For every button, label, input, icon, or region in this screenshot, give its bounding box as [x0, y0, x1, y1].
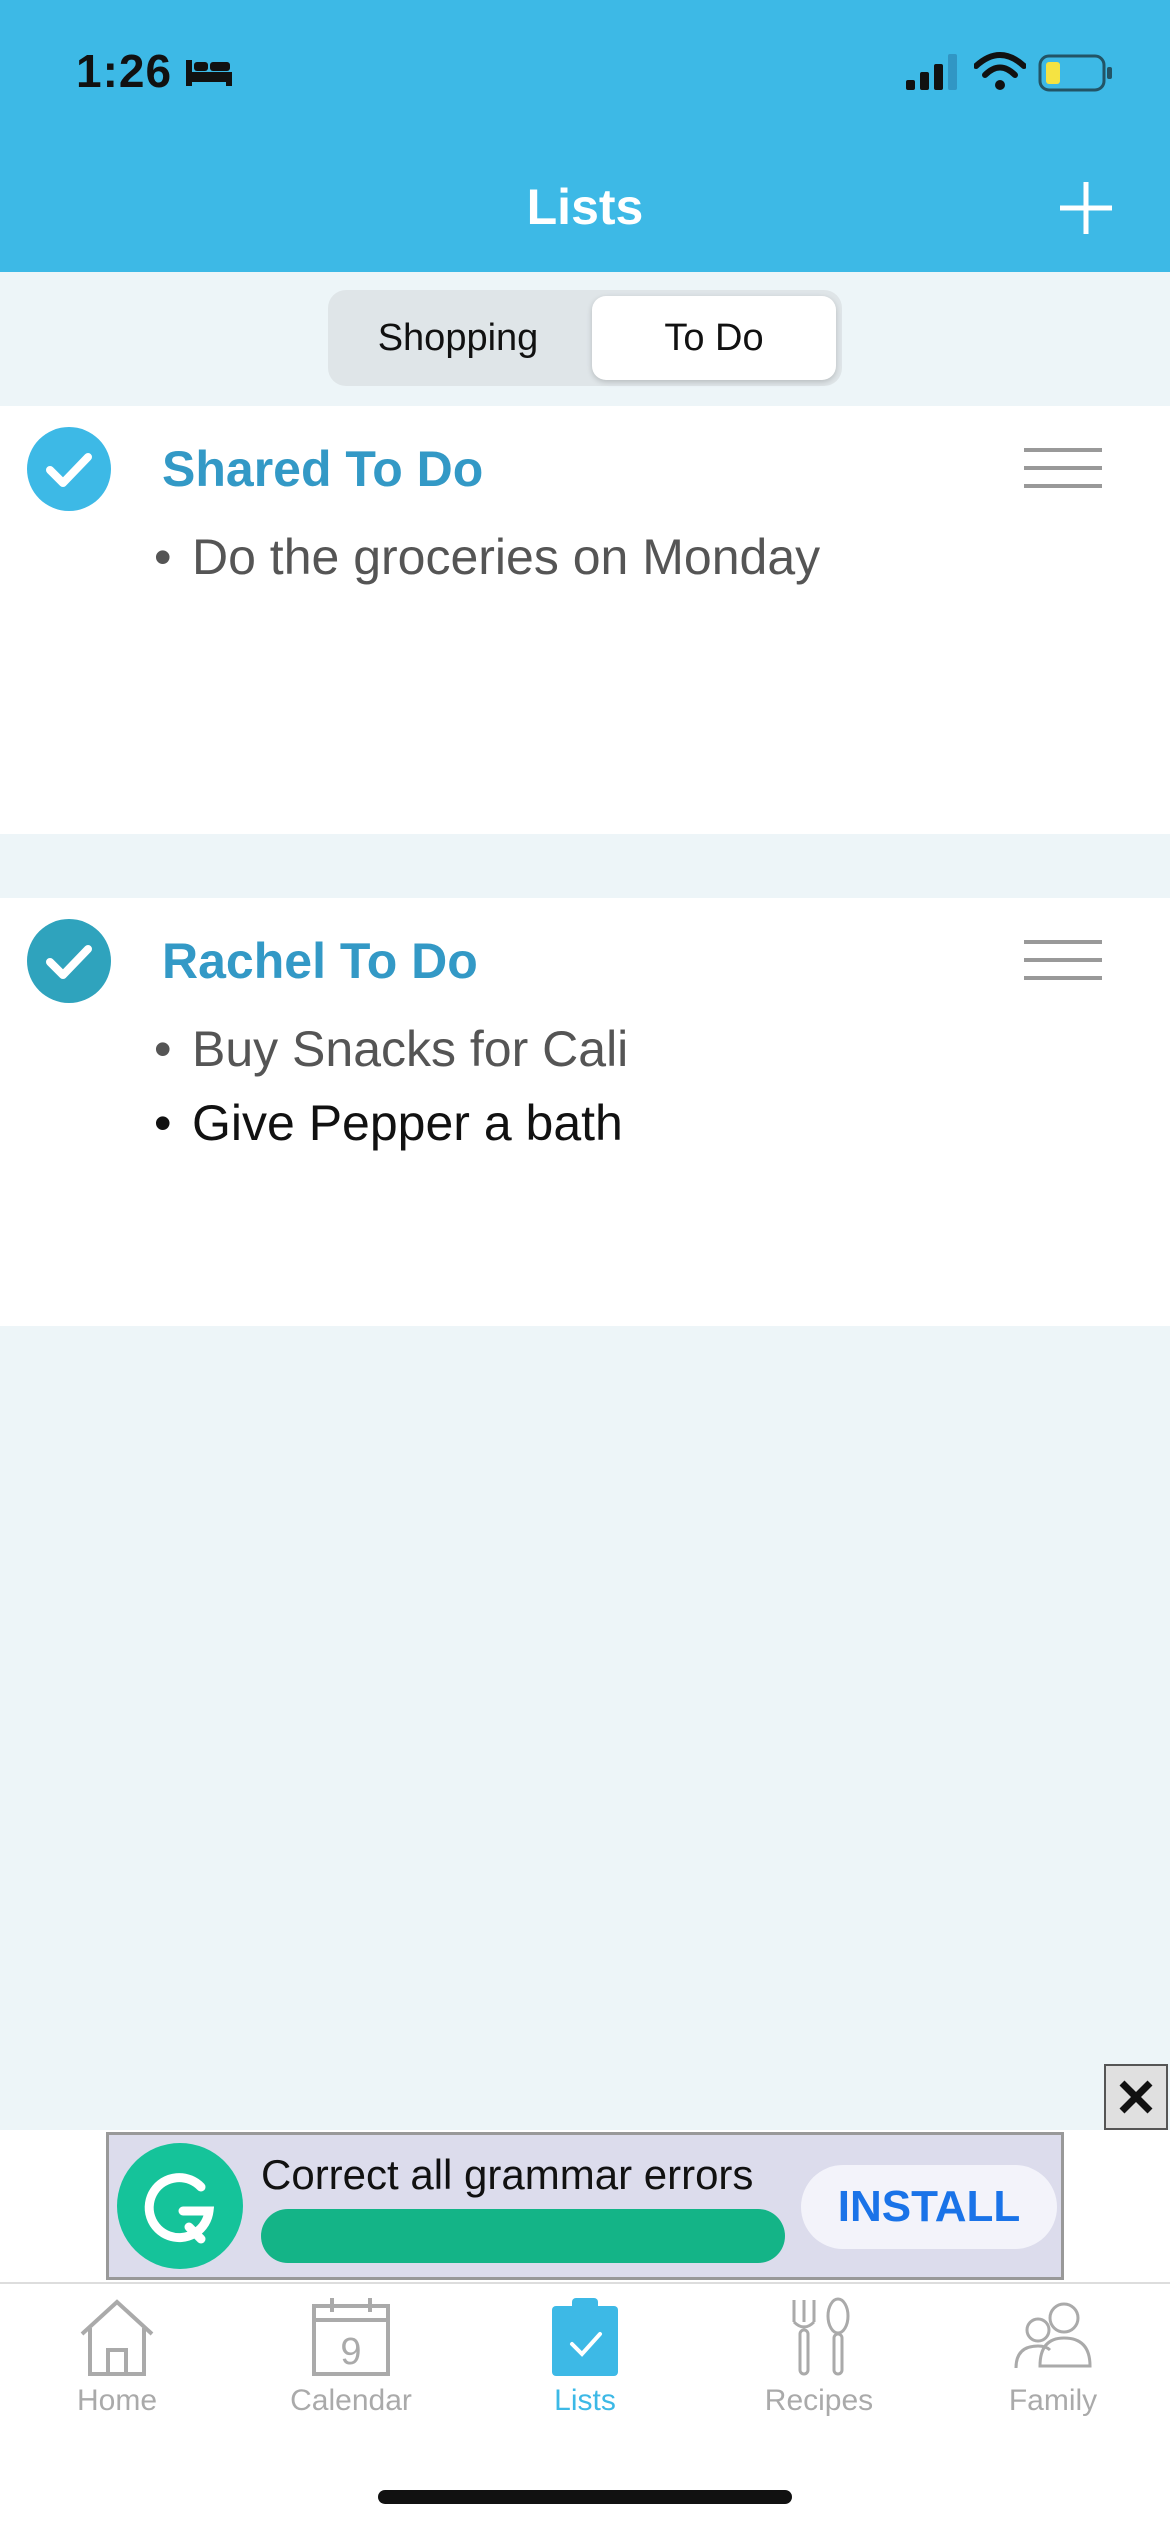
list-item[interactable]: • Give Pepper a bath [154, 1086, 628, 1160]
drag-handle-icon[interactable] [1024, 444, 1102, 492]
list-card[interactable]: Shared To Do • Do the groceries on Monday [0, 406, 1170, 834]
home-indicator [378, 2490, 792, 2504]
tab-lists[interactable]: Lists [468, 2296, 702, 2446]
tab-calendar[interactable]: 9 Calendar [234, 2296, 468, 2446]
tab-home[interactable]: Home [0, 2296, 234, 2446]
tab-recipes[interactable]: Recipes [702, 2296, 936, 2446]
ad-text: Correct all grammar errors [261, 2151, 754, 2198]
close-icon [1119, 2080, 1153, 2114]
wifi-icon [974, 52, 1026, 90]
install-button[interactable]: INSTALL [801, 2165, 1057, 2249]
family-icon [1014, 2302, 1092, 2369]
list-type-segmented-control: Shopping To Do [328, 290, 842, 386]
page-title: Lists [526, 179, 644, 235]
status-time: 1:26 [76, 45, 173, 97]
list-items: • Do the groceries on Monday [154, 520, 820, 594]
tab-to-do[interactable]: To Do [592, 296, 836, 380]
fork-spoon-icon [792, 2297, 850, 2376]
list-title[interactable]: Shared To Do [162, 440, 483, 498]
list-card[interactable]: Rachel To Do • Buy Snacks for Cali • Give … [0, 898, 1170, 1326]
clipboard-check-icon [552, 2298, 618, 2376]
tab-family[interactable]: Family [936, 2296, 1170, 2446]
battery-icon [1038, 54, 1112, 92]
plus-icon[interactable] [1058, 180, 1114, 236]
grammarly-logo-icon [117, 2143, 243, 2269]
check-circle-icon[interactable] [26, 918, 112, 1004]
bed-icon [186, 60, 232, 86]
list-item[interactable]: • Buy Snacks for Cali [154, 1012, 628, 1086]
check-circle-icon[interactable] [26, 426, 112, 512]
list-item[interactable]: • Do the groceries on Monday [154, 520, 820, 594]
drag-handle-icon[interactable] [1024, 936, 1102, 984]
header: 1:26 Lists [0, 0, 1170, 272]
ad-bar [261, 2209, 785, 2263]
calendar-day: 9 [340, 2331, 361, 2373]
calendar-icon: 9 [312, 2298, 390, 2376]
signal-icon [906, 54, 957, 90]
ad-banner[interactable]: Correct all grammar errors INSTALL [106, 2132, 1064, 2280]
tab-shopping[interactable]: Shopping [338, 296, 578, 380]
home-icon [80, 2299, 154, 2376]
ad-close-button[interactable] [1104, 2064, 1168, 2130]
list-title[interactable]: Rachel To Do [162, 932, 478, 990]
list-items: • Buy Snacks for Cali • Give Pepper a bath [154, 1012, 628, 1160]
